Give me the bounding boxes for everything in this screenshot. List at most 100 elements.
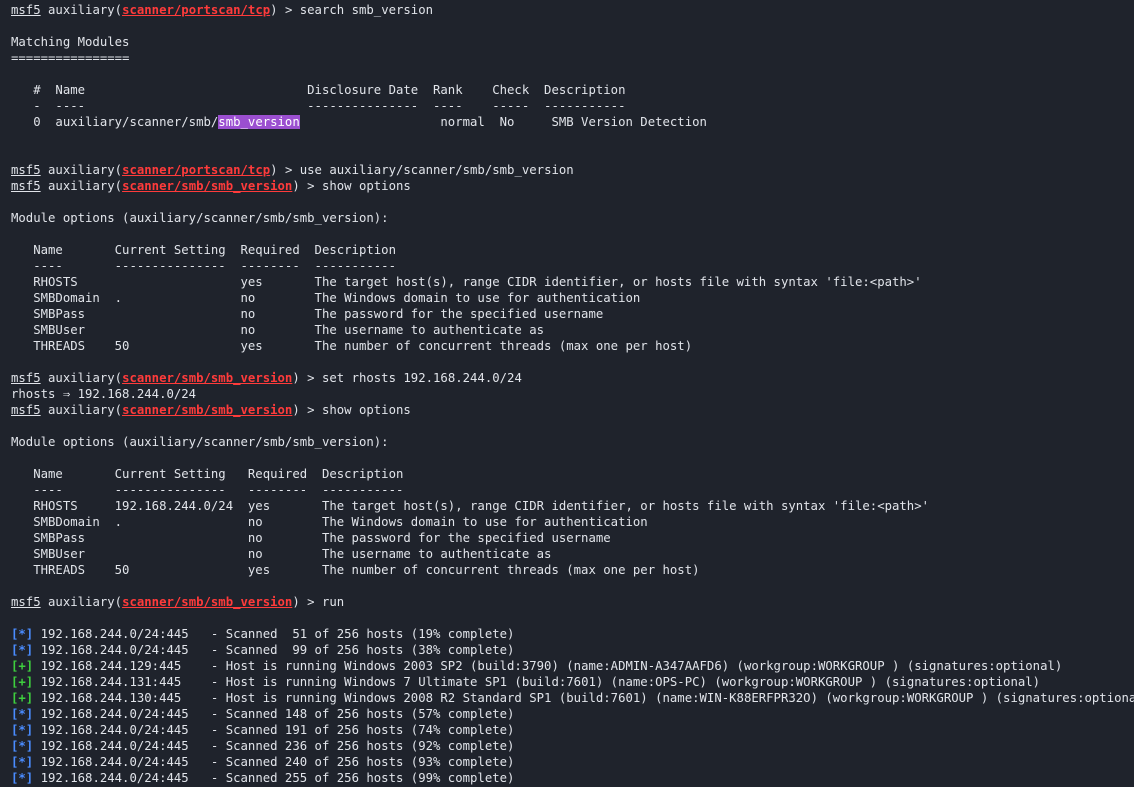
- terminal-line: Module options (auxiliary/scanner/smb/sm…: [11, 210, 1134, 226]
- prompt-label: msf5: [11, 595, 41, 609]
- terminal-line: # Name Disclosure Date Rank Check Descri…: [11, 82, 1134, 98]
- text-segment: auxiliary(: [40, 595, 123, 609]
- text-segment: 192.168.244.130:445 - Host is running Wi…: [33, 691, 1134, 705]
- text-segment: RHOSTS yes The target host(s), range CID…: [11, 275, 922, 289]
- terminal-line: SMBDomain . no The Windows domain to use…: [11, 514, 1134, 530]
- text-segment: 192.168.244.131:445 - Host is running Wi…: [33, 675, 1041, 689]
- prompt-label: msf5: [11, 371, 41, 385]
- text-segment: Name Current Setting Required Descriptio…: [11, 243, 396, 257]
- terminal-line: RHOSTS 192.168.244.0/24 yes The target h…: [11, 498, 1134, 514]
- terminal-line: [+] 192.168.244.131:445 - Host is runnin…: [11, 674, 1134, 690]
- terminal-output: msf5 auxiliary(scanner/portscan/tcp) > s…: [11, 2, 1134, 786]
- terminal-line: msf5 auxiliary(scanner/smb/smb_version) …: [11, 402, 1134, 418]
- success-marker: [+]: [11, 659, 34, 673]
- text-segment: 192.168.244.0/24:445 - Scanned 255 of 25…: [33, 771, 515, 785]
- text-segment: auxiliary(: [40, 179, 123, 193]
- terminal-line: RHOSTS yes The target host(s), range CID…: [11, 274, 1134, 290]
- prompt-label: msf5: [11, 179, 41, 193]
- terminal-line: ================: [11, 50, 1134, 66]
- module-path: scanner/smb/smb_version: [122, 595, 293, 609]
- terminal-line: [+] 192.168.244.129:445 - Host is runnin…: [11, 658, 1134, 674]
- terminal-line: [*] 192.168.244.0/24:445 - Scanned 99 of…: [11, 642, 1134, 658]
- terminal-line: SMBUser no The username to authenticate …: [11, 546, 1134, 562]
- text-segment: SMBPass no The password for the specifie…: [11, 307, 604, 321]
- terminal-line: THREADS 50 yes The number of concurrent …: [11, 338, 1134, 354]
- terminal-line: msf5 auxiliary(scanner/smb/smb_version) …: [11, 370, 1134, 386]
- text-segment: THREADS 50 yes The number of concurrent …: [11, 563, 700, 577]
- text-segment: - ---- --------------- ---- ----- ------…: [11, 99, 626, 113]
- text-segment: Module options (auxiliary/scanner/smb/sm…: [11, 435, 389, 449]
- terminal-line: THREADS 50 yes The number of concurrent …: [11, 562, 1134, 578]
- terminal-line: [*] 192.168.244.0/24:445 - Scanned 255 o…: [11, 770, 1134, 786]
- terminal-line: msf5 auxiliary(scanner/smb/smb_version) …: [11, 594, 1134, 610]
- terminal-line: Name Current Setting Required Descriptio…: [11, 466, 1134, 482]
- info-marker: [*]: [11, 707, 34, 721]
- text-segment: rhosts ⇒ 192.168.244.0/24: [11, 387, 197, 401]
- text-segment: THREADS 50 yes The number of concurrent …: [11, 339, 693, 353]
- text-segment: SMBUser no The username to authenticate …: [11, 323, 545, 337]
- text-segment: normal No SMB Version Detection: [299, 115, 707, 129]
- module-path: scanner/smb/smb_version: [122, 179, 293, 193]
- text-segment: # Name Disclosure Date Rank Check Descri…: [11, 83, 626, 97]
- terminal-line: [*] 192.168.244.0/24:445 - Scanned 240 o…: [11, 754, 1134, 770]
- text-segment: SMBPass no The password for the specifie…: [11, 531, 611, 545]
- terminal-line: SMBPass no The password for the specifie…: [11, 306, 1134, 322]
- info-marker: [*]: [11, 755, 34, 769]
- text-segment: ---- --------------- -------- ----------…: [11, 483, 404, 497]
- terminal-line: msf5 auxiliary(scanner/smb/smb_version) …: [11, 178, 1134, 194]
- terminal-line: SMBDomain . no The Windows domain to use…: [11, 290, 1134, 306]
- text-segment: ) > run: [292, 595, 345, 609]
- terminal-line: [*] 192.168.244.0/24:445 - Scanned 148 o…: [11, 706, 1134, 722]
- info-marker: [*]: [11, 771, 34, 785]
- text-segment: auxiliary(: [40, 163, 123, 177]
- prompt-label: msf5: [11, 3, 41, 17]
- text-segment: ) > use auxiliary/scanner/smb/smb_versio…: [270, 163, 574, 177]
- text-segment: 192.168.244.0/24:445 - Scanned 99 of 256…: [33, 643, 515, 657]
- terminal-window[interactable]: msf5 auxiliary(scanner/portscan/tcp) > s…: [0, 0, 1134, 787]
- text-segment: SMBUser no The username to authenticate …: [11, 547, 552, 561]
- module-path: scanner/portscan/tcp: [122, 163, 271, 177]
- module-path: scanner/smb/smb_version: [122, 371, 293, 385]
- info-marker: [*]: [11, 627, 34, 641]
- text-segment: RHOSTS 192.168.244.0/24 yes The target h…: [11, 499, 930, 513]
- terminal-line: msf5 auxiliary(scanner/portscan/tcp) > u…: [11, 162, 1134, 178]
- terminal-line: SMBPass no The password for the specifie…: [11, 530, 1134, 546]
- terminal-line: [*] 192.168.244.0/24:445 - Scanned 236 o…: [11, 738, 1134, 754]
- module-path: scanner/smb/smb_version: [122, 403, 293, 417]
- text-segment: auxiliary(: [40, 371, 123, 385]
- text-segment: 192.168.244.0/24:445 - Scanned 191 of 25…: [33, 723, 515, 737]
- terminal-line: rhosts ⇒ 192.168.244.0/24: [11, 386, 1134, 402]
- terminal-line: Name Current Setting Required Descriptio…: [11, 242, 1134, 258]
- terminal-line: Module options (auxiliary/scanner/smb/sm…: [11, 434, 1134, 450]
- terminal-line: ---- --------------- -------- ----------…: [11, 258, 1134, 274]
- text-segment: SMBDomain . no The Windows domain to use…: [11, 291, 641, 305]
- terminal-line: 0 auxiliary/scanner/smb/smb_version norm…: [11, 114, 1134, 130]
- info-marker: [*]: [11, 723, 34, 737]
- success-marker: [+]: [11, 691, 34, 705]
- text-segment: ) > search smb_version: [270, 3, 434, 17]
- info-marker: [*]: [11, 739, 34, 753]
- terminal-line: [*] 192.168.244.0/24:445 - Scanned 51 of…: [11, 626, 1134, 642]
- text-segment: 192.168.244.0/24:445 - Scanned 236 of 25…: [33, 739, 515, 753]
- terminal-line: msf5 auxiliary(scanner/portscan/tcp) > s…: [11, 2, 1134, 18]
- text-segment: Matching Modules: [11, 35, 130, 49]
- terminal-line: - ---- --------------- ---- ----- ------…: [11, 98, 1134, 114]
- text-segment: 0 auxiliary/scanner/smb/: [11, 115, 219, 129]
- text-segment: 192.168.244.0/24:445 - Scanned 240 of 25…: [33, 755, 515, 769]
- text-segment: 192.168.244.129:445 - Host is running Wi…: [33, 659, 1063, 673]
- text-segment: 192.168.244.0/24:445 - Scanned 148 of 25…: [33, 707, 515, 721]
- search-highlight: smb_version: [218, 115, 300, 129]
- terminal-line: [*] 192.168.244.0/24:445 - Scanned 191 o…: [11, 722, 1134, 738]
- terminal-line: SMBUser no The username to authenticate …: [11, 322, 1134, 338]
